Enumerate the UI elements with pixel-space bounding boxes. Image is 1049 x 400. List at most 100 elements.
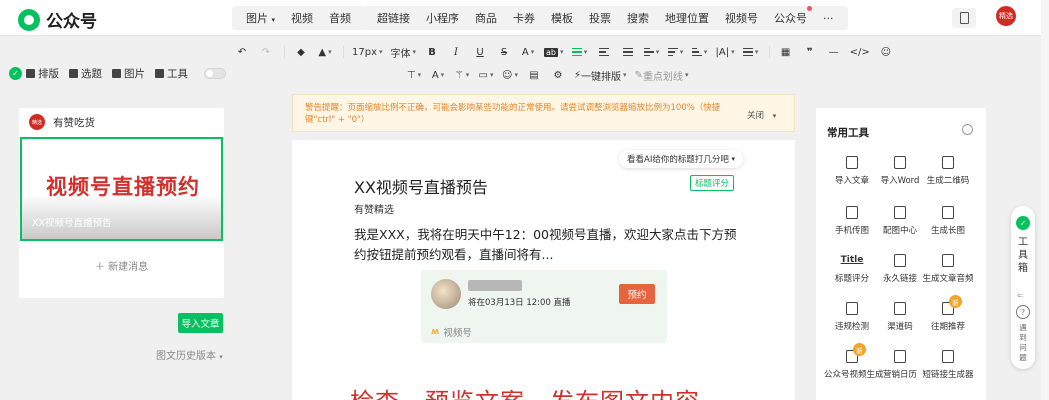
cover-headline: 视频号直播预约 (46, 175, 200, 199)
thumb-icon: 新 (940, 295, 962, 316)
nav-official-account[interactable]: 公众号 (766, 6, 815, 26)
import-article-button[interactable]: 导入文章 (178, 313, 223, 333)
warning-close-button[interactable]: 关闭 ▾ (747, 109, 776, 121)
spacing-after-icon[interactable]: ▾ (691, 43, 708, 61)
app-name: 公众号 (46, 12, 97, 32)
magic-wand-icon[interactable]: ⚚ ▾ (454, 66, 470, 84)
reserve-button[interactable]: 预约 (619, 284, 655, 304)
underline-button[interactable]: U (472, 43, 488, 61)
page-scrollbar[interactable] (1041, 0, 1049, 400)
user-avatar[interactable]: 精选 (996, 6, 1016, 26)
nav-vote[interactable]: 投票 (581, 10, 619, 26)
nav-hyperlink[interactable]: 超链接 (369, 10, 418, 26)
article-cover-card[interactable]: 视频号直播预约 XX视频号直播预告 (20, 137, 223, 241)
article-editor[interactable]: 看看AI给你的标题打几分吧 ▾ 标题评分 XX视频号直播预告 有赞精选 我是XX… (292, 140, 795, 400)
ai-title-tip[interactable]: 看看AI给你的标题打几分吧 ▾ (619, 150, 744, 168)
emoji-icon[interactable]: ☺ (878, 43, 894, 61)
gear-icon[interactable] (962, 124, 973, 135)
background-color-button[interactable]: ab ▾ (544, 43, 564, 61)
font-size-select[interactable]: 17px ▾ (352, 43, 383, 61)
nav-template[interactable]: 模板 (543, 10, 581, 26)
calendar-icon (892, 348, 908, 364)
one-click-layout-button[interactable]: ⚡ 一键排版 ▾ (574, 66, 627, 84)
nav-channels[interactable]: 视频号 (717, 10, 766, 26)
tool-item[interactable]: 生成长图 (920, 204, 976, 236)
channels-live-card[interactable]: 将在03月13日 12:00 直播 预约 ʍ 视频号 (421, 270, 667, 343)
topic-button[interactable]: 选题 (69, 64, 102, 82)
text-style-icon[interactable]: A ▾ (430, 66, 446, 84)
layout-button[interactable]: 排版 (26, 64, 59, 82)
strikethrough-button[interactable]: S (496, 43, 512, 61)
image-button[interactable]: 图片 (112, 64, 145, 82)
tool-item[interactable]: 短链接生成器 (920, 348, 976, 380)
history-versions-link[interactable]: 图文历史版本 ▾ (156, 347, 223, 362)
article-list-panel: 精选 有赞吃货 视频号直播预约 XX视频号直播预告 ＋ 新建消息 (19, 108, 224, 298)
format-toolbar-row-1: ↶ ↷ ◆ ▲ ▾ 17px ▾ 字体 ▾ B I U S A ▾ ab ▾ ▾ ▾ ▾ … (234, 43, 902, 61)
clear-format-icon[interactable]: ▲ ▾ (317, 43, 333, 61)
tool-label: 生成二维码 (926, 176, 970, 186)
nav-more[interactable]: ··· (815, 12, 842, 25)
sticker-icon[interactable]: ☺ ▾ (502, 66, 518, 84)
card-footer: ʍ 视频号 (431, 327, 472, 339)
align-left-icon[interactable]: ▾ (571, 43, 588, 61)
nav-location[interactable]: 地理位置 (657, 10, 717, 26)
first-line-indent-icon[interactable]: ⊤ ▾ (406, 66, 422, 84)
toolbox-label[interactable]: 工具箱 (1017, 236, 1029, 275)
article-author[interactable]: 有赞精选 (354, 201, 394, 216)
left-tool-row: ✓ 排版 选题 图片 工具 (9, 64, 226, 82)
article-body[interactable]: 我是XXX，我将在明天中午12：00视频号直播，欢迎大家点击下方预约按钮提前预约… (354, 225, 739, 265)
live-time: 将在03月13日 12:00 直播 (468, 298, 571, 308)
line-height-icon[interactable] (620, 43, 636, 61)
zoom-warning-banner: 警告提醒：页面缩放比例不正确，可能会影响某些功能的正常使用。请尝试调整浏览器缩放… (292, 94, 795, 132)
table-icon[interactable]: ▦ (778, 43, 794, 61)
new-message-button[interactable]: ＋ 新建消息 (19, 258, 224, 273)
quote-icon[interactable]: ❞ (802, 43, 818, 61)
link-icon (892, 252, 908, 268)
nav-coupon[interactable]: 卡券 (505, 10, 543, 26)
paragraph-spacing-icon[interactable]: ▾ (643, 43, 660, 61)
tool-item[interactable]: 新往期推荐 (920, 295, 976, 332)
top-navigation-bar: 公众号 图片 ▾ 视频 音频 超链接 小程序 商品 卡券 模板 投票 搜索 地理… (0, 0, 1049, 36)
redo-icon[interactable]: ↷ (258, 43, 274, 61)
promo-headline[interactable]: 检查、预览文案、发布图文内容 (350, 382, 700, 400)
indent-icon[interactable] (596, 43, 612, 61)
nav-product[interactable]: 商品 (467, 10, 505, 26)
help-icon[interactable]: ? (1016, 305, 1030, 319)
code-icon[interactable]: </> (850, 43, 870, 61)
app-logo[interactable]: 公众号 (18, 7, 97, 32)
italic-button[interactable]: I (448, 43, 464, 61)
letter-spacing-icon[interactable]: |A| ▾ (716, 43, 735, 61)
undo-icon[interactable]: ↶ (234, 43, 250, 61)
check-icon: ✓ (9, 66, 22, 80)
nav-mini-program[interactable]: 小程序 (418, 10, 467, 26)
notification-dot (807, 6, 812, 11)
bold-button[interactable]: B (424, 43, 440, 61)
list-icon[interactable]: ▾ (742, 43, 759, 61)
font-family-select[interactable]: 字体 ▾ (391, 43, 417, 61)
nav-audio[interactable]: 音频 (321, 10, 359, 26)
format-painter-icon[interactable]: ◆ (293, 43, 309, 61)
nav-image[interactable]: 图片 ▾ (238, 10, 283, 26)
article-title[interactable]: XX视频号直播预告 (354, 174, 488, 198)
settings-icon[interactable]: ⚙ (550, 66, 566, 84)
font-color-button[interactable]: A ▾ (520, 43, 536, 61)
toolbox-sidebar[interactable]: ✓ 工具箱 ⇐ ? 遇到问题 (1011, 206, 1035, 369)
tool-item[interactable]: 生成文章音频 (920, 252, 976, 284)
tool-toggle[interactable] (204, 67, 226, 79)
nav-video[interactable]: 视频 (283, 10, 321, 26)
spacing-before-icon[interactable]: ▾ (667, 43, 684, 61)
help-label[interactable]: 遇到问题 (1018, 323, 1028, 363)
title-score-button[interactable]: 标题评分 (690, 175, 734, 191)
shield-icon (844, 300, 860, 316)
qrcode-icon (940, 154, 956, 170)
template-icon[interactable]: ▤ (526, 66, 542, 84)
mobile-preview-icon[interactable] (952, 8, 976, 28)
image-edit-icon[interactable]: ▭ ▾ (478, 66, 494, 84)
divider-icon[interactable]: — (826, 43, 842, 61)
common-tools-panel: 常用工具 导入文章 导入Word 生成二维码 手机传图 配图中心 生成长图 Title 标题评… (816, 108, 986, 400)
highlight-line-button[interactable]: ✎ 重点划线 ▾ (635, 66, 689, 84)
tool-item[interactable]: 生成二维码 (920, 154, 976, 186)
tools-button[interactable]: 工具 (155, 64, 188, 82)
nav-search[interactable]: 搜索 (619, 10, 657, 26)
arrow-left-icon[interactable]: ⇐ (1017, 291, 1024, 300)
